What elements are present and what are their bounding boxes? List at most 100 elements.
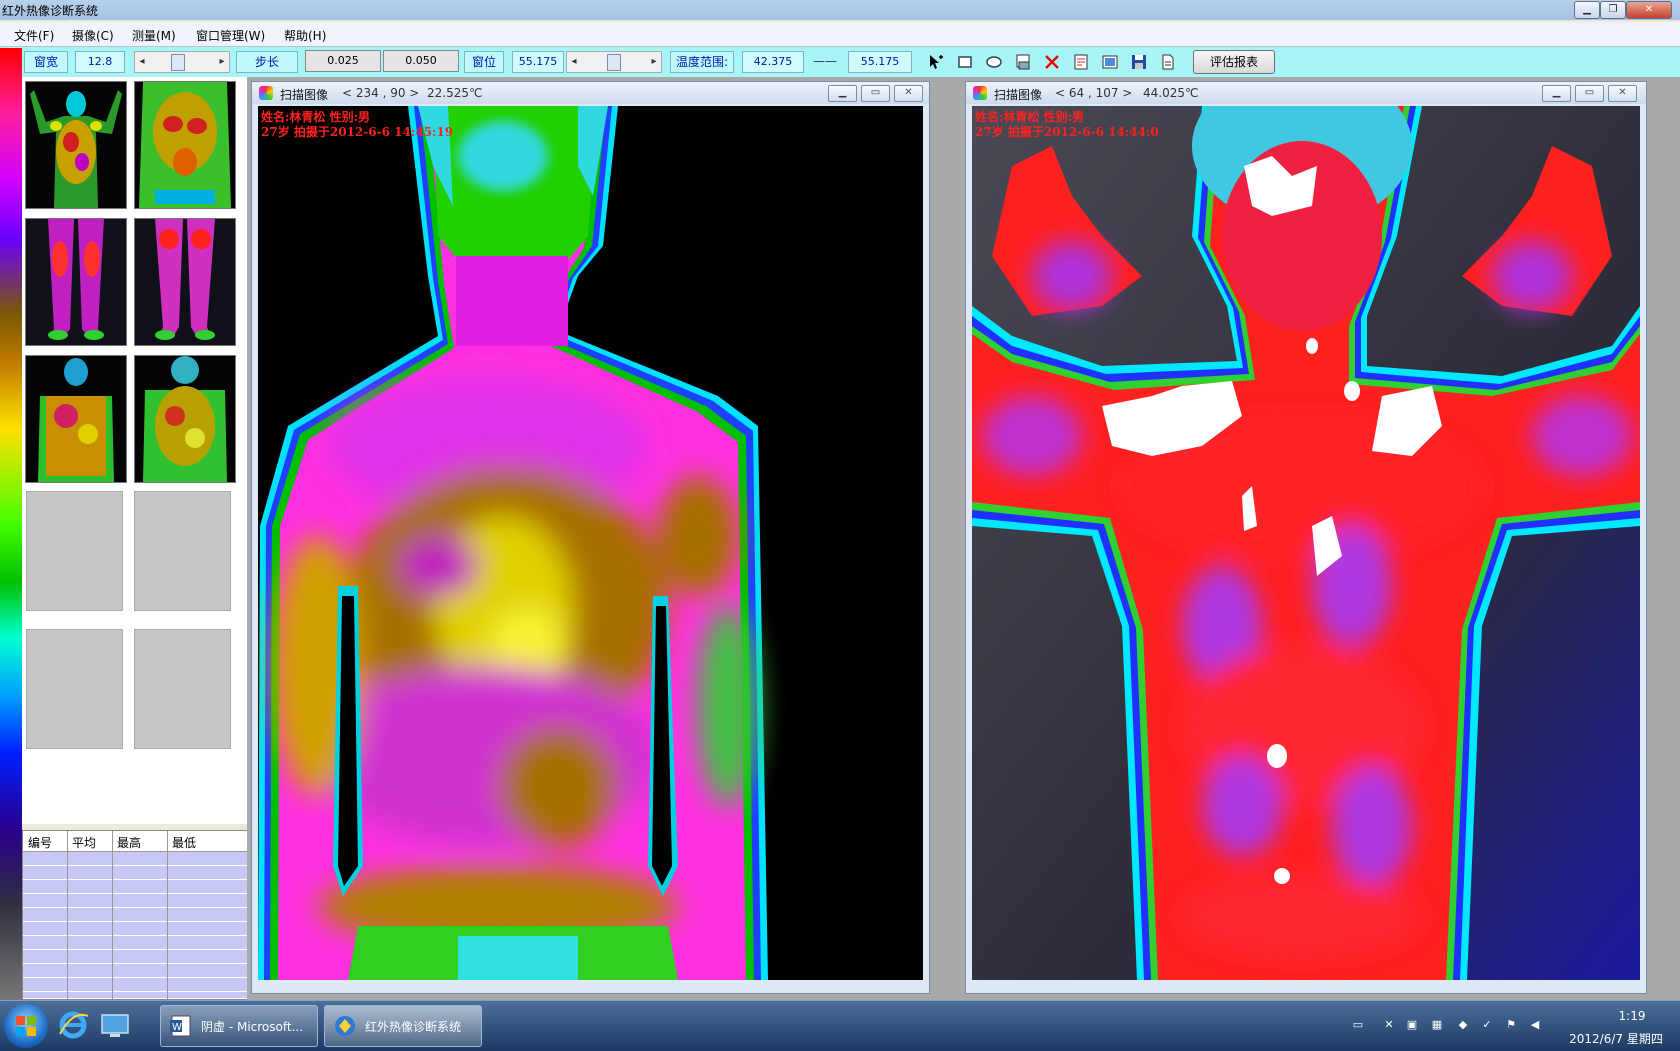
save-icon[interactable]: [1130, 53, 1148, 71]
window-width-value[interactable]: 12.8: [75, 51, 125, 73]
slider-thumb[interactable]: [607, 54, 621, 71]
nvidia-icon[interactable]: ◆: [1456, 1018, 1470, 1032]
slider-right-arrow-icon[interactable]: ▸: [647, 52, 661, 72]
cursor-temperature: 44.025℃: [1143, 86, 1199, 100]
internet-explorer-icon[interactable]: [56, 1008, 90, 1042]
step-value-1[interactable]: 0.025: [305, 50, 381, 72]
slider-left-arrow-icon[interactable]: ◂: [135, 52, 149, 72]
slider-thumb[interactable]: [171, 54, 185, 71]
close-button[interactable]: ✕: [894, 85, 923, 102]
volume-muted-icon[interactable]: ◀: [1528, 1018, 1542, 1032]
start-button[interactable]: [4, 1004, 48, 1048]
thumbnail-legs-front[interactable]: [25, 218, 127, 346]
thumbnail-back-torso[interactable]: [134, 355, 236, 483]
window-level-label: 窗位: [464, 51, 504, 73]
temp-range-label: 温度范围:: [670, 51, 734, 73]
temperature-color-scale: [0, 48, 22, 1000]
taskbar-item-word[interactable]: W 阴虚 - Microsoft...: [160, 1005, 318, 1047]
close-button[interactable]: ✕: [1608, 85, 1637, 102]
scan-image-window-front[interactable]: 扫描图像 < 64 , 107 > 44.025℃ ▁ ▭ ✕ 姓名:林青松 性…: [965, 81, 1647, 994]
cursor-coordinate: < 64 , 107 >: [1055, 86, 1133, 100]
close-button[interactable]: ✕: [1626, 1, 1672, 19]
thumbnail-legs-back[interactable]: [134, 218, 236, 346]
menu-help[interactable]: 帮助(H): [284, 27, 326, 44]
taskbar: W 阴虚 - Microsoft... 红外热像诊断系统 ▭ ✕ ▣ ▦ ◆ ✓…: [0, 1000, 1680, 1051]
cursor-coordinate: < 234 , 90 >: [342, 86, 420, 100]
column-divider: [112, 831, 113, 999]
step-value-2[interactable]: 0.050: [383, 50, 459, 72]
clock-date[interactable]: 2012/6/7 星期四: [1554, 1030, 1678, 1047]
capture-info-line: 27岁 拍摄于2012-6-6 14:45:19: [261, 125, 454, 139]
app-title: 红外热像诊断系统: [2, 4, 99, 18]
capture-info-line: 27岁 拍摄于2012-6-6 14:44:0: [975, 125, 1159, 139]
report-button[interactable]: 评估报表: [1193, 50, 1275, 74]
column-header[interactable]: 最高: [117, 834, 141, 851]
menu-bar: 文件(F) 摄像(C) 测量(M) 窗口管理(W) 帮助(H): [0, 22, 1680, 47]
maximize-button[interactable]: ▭: [861, 85, 890, 102]
keyboard-icon[interactable]: ▭: [1351, 1018, 1365, 1032]
cursor-temperature: 22.525℃: [427, 86, 483, 100]
flag-icon[interactable]: ⚑: [1504, 1018, 1518, 1032]
print-icon[interactable]: [1014, 53, 1032, 71]
thumbnail-empty-slot[interactable]: [134, 491, 231, 611]
window-title-bar[interactable]: 扫描图像 < 64 , 107 > 44.025℃ ▁ ▭ ✕: [966, 82, 1646, 104]
column-divider: [167, 831, 168, 999]
device-icon[interactable]: ▦: [1430, 1018, 1444, 1032]
window-title: 扫描图像: [280, 88, 329, 102]
security-icon[interactable]: ✓: [1480, 1018, 1494, 1032]
scan-image-window-back[interactable]: 扫描图像 < 234 , 90 > 22.525℃ ▁ ▭ ✕ 姓名:林青松 性…: [251, 81, 930, 994]
word-icon: W: [169, 1014, 193, 1038]
table-body[interactable]: [23, 852, 248, 998]
document-icon[interactable]: [1159, 53, 1177, 71]
thumbnail-back[interactable]: [25, 355, 127, 483]
column-header[interactable]: 编号: [28, 834, 52, 851]
thermal-image-back[interactable]: 姓名:林青松 性别:男 27岁 拍摄于2012-6-6 14:45:19: [258, 106, 923, 980]
ellipse-icon[interactable]: [985, 53, 1003, 71]
taskbar-item-label: 红外热像诊断系统: [365, 1020, 462, 1034]
network-icon[interactable]: ✕: [1382, 1018, 1396, 1032]
window-level-slider[interactable]: ◂ ▸: [566, 51, 662, 73]
delete-icon[interactable]: [1043, 53, 1061, 71]
table-header: 编号 平均 最高 最低: [23, 831, 248, 852]
windows-logo-icon: [16, 1016, 36, 1036]
mdi-workspace: 扫描图像 < 234 , 90 > 22.525℃ ▁ ▭ ✕ 姓名:林青松 性…: [247, 77, 1680, 1000]
image-icon[interactable]: [1101, 53, 1119, 71]
thumbnail-empty-slot[interactable]: [134, 629, 231, 749]
export-icon[interactable]: [1072, 53, 1090, 71]
minimize-button[interactable]: ▁: [1574, 1, 1600, 19]
minimize-button[interactable]: ▁: [828, 85, 857, 102]
thumbnail-empty-slot[interactable]: [26, 491, 123, 611]
window-width-slider[interactable]: ◂ ▸: [134, 51, 230, 73]
restore-button[interactable]: ❐: [1600, 1, 1626, 19]
window-level-value[interactable]: 55.175: [512, 51, 564, 73]
window-title-bar[interactable]: 扫描图像 < 234 , 90 > 22.525℃ ▁ ▭ ✕: [252, 82, 929, 104]
slider-right-arrow-icon[interactable]: ▸: [215, 52, 229, 72]
thumbnail-front-torso[interactable]: [134, 81, 236, 209]
app-icon: [259, 86, 273, 100]
printer-icon[interactable]: ▣: [1405, 1018, 1419, 1032]
clock-time[interactable]: 1:19: [1592, 1009, 1672, 1023]
app-icon: [973, 86, 987, 100]
minimize-button[interactable]: ▁: [1542, 85, 1571, 102]
rectangle-icon[interactable]: [956, 53, 974, 71]
step-label: 步长: [236, 51, 298, 73]
slider-left-arrow-icon[interactable]: ◂: [567, 52, 581, 72]
range-separator: ——: [813, 54, 837, 68]
menu-file[interactable]: 文件(F): [14, 27, 54, 44]
thumbnail-empty-slot[interactable]: [26, 629, 123, 749]
menu-camera[interactable]: 摄像(C): [72, 27, 114, 44]
menu-window[interactable]: 窗口管理(W): [196, 27, 265, 44]
thermal-image-front[interactable]: 姓名:林青松 性别:男 27岁 拍摄于2012-6-6 14:44:0: [972, 106, 1640, 980]
column-header[interactable]: 平均: [72, 834, 96, 851]
maximize-button[interactable]: ▭: [1575, 85, 1604, 102]
menu-measure[interactable]: 测量(M): [132, 27, 176, 44]
temp-min-value[interactable]: 42.375: [742, 51, 804, 73]
taskbar-item-thermal-app[interactable]: 红外热像诊断系统: [324, 1005, 482, 1047]
thumbnail-panel: [22, 77, 247, 824]
pointer-icon[interactable]: [927, 53, 945, 71]
svg-text:W: W: [172, 1022, 182, 1033]
column-header[interactable]: 最低: [172, 834, 196, 851]
thumbnail-front-arms-up[interactable]: [25, 81, 127, 209]
temp-max-value[interactable]: 55.175: [848, 51, 912, 73]
show-desktop-icon[interactable]: [98, 1008, 132, 1042]
